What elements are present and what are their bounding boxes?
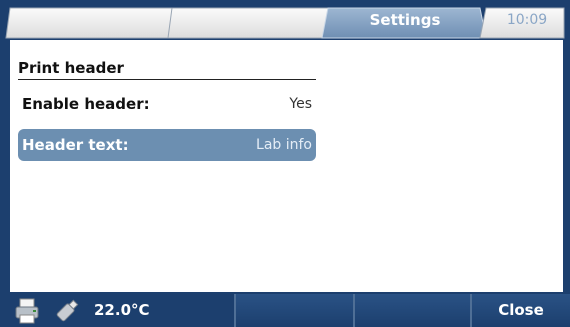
softkey-1[interactable] — [234, 294, 353, 327]
setting-row-header-text[interactable]: Header text: Lab info — [18, 129, 316, 161]
close-button[interactable]: Close — [470, 294, 570, 327]
setting-value: Yes — [289, 96, 312, 112]
tab-blank-2[interactable] — [167, 7, 331, 39]
tab-settings-label: Settings — [369, 11, 441, 29]
softkey-2[interactable] — [353, 294, 470, 327]
setting-label: Header text: — [22, 136, 129, 154]
setting-row-enable-header[interactable]: Enable header: Yes — [18, 88, 316, 120]
tab-blank-1[interactable] — [5, 7, 177, 39]
printer-icon — [15, 298, 39, 324]
setting-value: Lab info — [256, 137, 312, 153]
status-area: 22.0°C — [0, 294, 234, 327]
tab-bar-graphics — [5, 7, 565, 39]
section-divider — [18, 79, 316, 80]
clock-display: 10:09 — [506, 12, 548, 28]
settings-panel: Print header Enable header: Yes Header t… — [10, 40, 563, 292]
temperature-readout: 22.0°C — [94, 301, 150, 319]
setting-label: Enable header: — [22, 95, 150, 113]
usb-stick-icon — [56, 299, 79, 322]
tab-bar: Settings 10:09 — [0, 0, 570, 40]
section-title: Print header — [18, 59, 124, 77]
bottom-bar: 22.0°C Close — [0, 294, 570, 327]
